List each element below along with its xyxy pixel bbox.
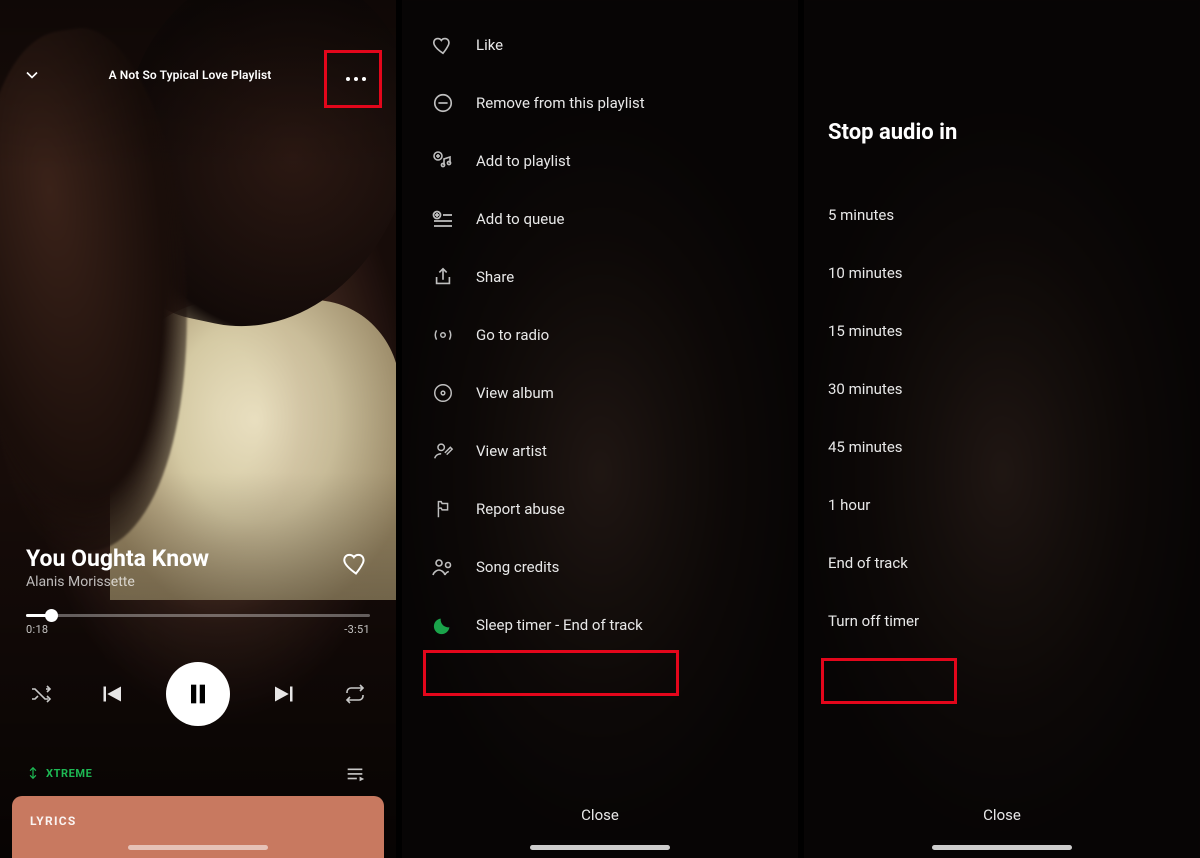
queue-button[interactable]: [340, 758, 370, 788]
playlist-name[interactable]: A Not So Typical Love Playlist: [44, 68, 336, 82]
menu-item-share[interactable]: Share: [402, 248, 798, 306]
menu-item-label: Add to playlist: [476, 152, 571, 170]
lyrics-label: LYRICS: [30, 814, 366, 828]
elapsed-time: 0:18: [26, 623, 48, 636]
seek-bar[interactable]: 0:18 -3:51: [26, 614, 370, 636]
queue-add-icon: [430, 206, 456, 232]
timer-option[interactable]: 15 minutes: [828, 302, 1176, 360]
context-menu: Like Remove from this playlist Add to play…: [402, 16, 798, 654]
remaining-time: -3:51: [344, 623, 370, 636]
report-icon: [430, 496, 456, 522]
timer-option[interactable]: 1 hour: [828, 476, 1176, 534]
device-picker[interactable]: XTREME: [26, 766, 92, 780]
menu-item-label: Add to queue: [476, 210, 564, 228]
menu-item-label: Remove from this playlist: [476, 94, 645, 112]
more-icon: [344, 66, 368, 85]
timer-option[interactable]: 30 minutes: [828, 360, 1176, 418]
track-artist[interactable]: Alanis Morissette: [26, 574, 370, 590]
menu-item-moon[interactable]: Sleep timer - End of track: [402, 596, 798, 654]
home-indicator: [128, 845, 268, 850]
close-button[interactable]: Close: [804, 806, 1200, 824]
shuffle-button[interactable]: [26, 679, 56, 709]
home-indicator: [932, 845, 1072, 850]
remove-icon: [430, 90, 456, 116]
more-options-button[interactable]: [336, 55, 376, 95]
menu-item-radio[interactable]: Go to radio: [402, 306, 798, 364]
credits-icon: [430, 554, 456, 580]
collapse-button[interactable]: [20, 63, 44, 87]
close-button[interactable]: Close: [402, 806, 798, 824]
menu-item-remove[interactable]: Remove from this playlist: [402, 74, 798, 132]
sleep-timer-panel: Stop audio in 5 minutes10 minutes15 minu…: [804, 0, 1200, 858]
timer-option[interactable]: 10 minutes: [828, 244, 1176, 302]
menu-item-add-playlist[interactable]: Add to playlist: [402, 132, 798, 190]
now-playing-panel: A Not So Typical Love Playlist You Ought…: [0, 0, 396, 858]
next-button[interactable]: [270, 679, 300, 709]
artist-icon: [430, 438, 456, 464]
menu-item-label: Song credits: [476, 558, 559, 576]
track-title: You Oughta Know: [26, 545, 370, 572]
timer-option[interactable]: End of track: [828, 534, 1176, 592]
menu-item-label: View album: [476, 384, 554, 402]
menu-item-album[interactable]: View album: [402, 364, 798, 422]
add-playlist-icon: [430, 148, 456, 174]
menu-item-queue-add[interactable]: Add to queue: [402, 190, 798, 248]
moon-icon: [430, 612, 456, 638]
menu-item-artist[interactable]: View artist: [402, 422, 798, 480]
menu-item-credits[interactable]: Song credits: [402, 538, 798, 596]
menu-item-label: Go to radio: [476, 326, 549, 344]
menu-item-label: Share: [476, 268, 514, 286]
menu-item-label: Report abuse: [476, 500, 565, 518]
repeat-button[interactable]: [340, 679, 370, 709]
timer-option[interactable]: Turn off timer: [828, 592, 1176, 650]
share-icon: [430, 264, 456, 290]
timer-options-list: 5 minutes10 minutes15 minutes30 minutes4…: [828, 186, 1176, 650]
timer-option[interactable]: 5 minutes: [828, 186, 1176, 244]
timer-option[interactable]: 45 minutes: [828, 418, 1176, 476]
menu-item-heart[interactable]: Like: [402, 16, 798, 74]
radio-icon: [430, 322, 456, 348]
sleep-timer-title: Stop audio in: [828, 120, 957, 145]
menu-item-label: Like: [476, 36, 503, 54]
track-context-menu-panel: Like Remove from this playlist Add to play…: [402, 0, 798, 858]
home-indicator: [530, 845, 670, 850]
like-button[interactable]: [342, 549, 370, 577]
device-name: XTREME: [46, 767, 92, 780]
menu-item-report[interactable]: Report abuse: [402, 480, 798, 538]
menu-item-label: Sleep timer - End of track: [476, 616, 643, 634]
heart-icon: [430, 32, 456, 58]
pause-button[interactable]: [166, 662, 230, 726]
album-icon: [430, 380, 456, 406]
previous-button[interactable]: [96, 679, 126, 709]
menu-item-label: View artist: [476, 442, 547, 460]
